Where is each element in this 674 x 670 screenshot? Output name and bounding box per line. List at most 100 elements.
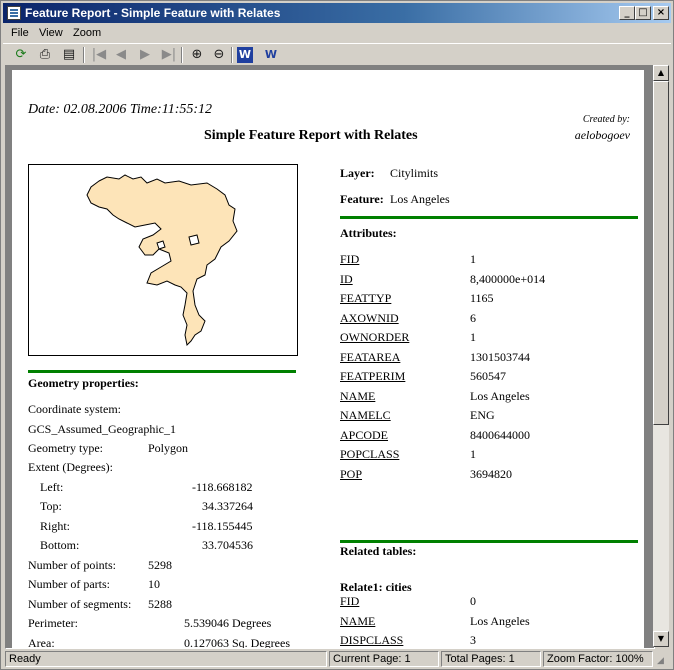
field-name[interactable]: NAME [340,614,375,629]
extent-left-label: Left: [40,480,64,494]
field-name[interactable]: POP [340,467,362,482]
menu-zoom[interactable]: Zoom [73,27,101,39]
field-value: 3 [470,633,476,647]
menu-view[interactable]: View [39,27,63,39]
toolbar: ⟳ ⎙ ▤ |◀ ◀ ▶ ▶| ⊕ ⊖ W W [3,43,671,66]
extent-bottom-value: 33.704536 [202,538,253,552]
segments-value: 5288 [148,597,172,611]
vertical-scrollbar[interactable]: ▲ ▼ [653,65,669,647]
geometry-divider [28,370,296,373]
report-page: Date: 02.08.2006 Time:11:55:12 Created b… [12,70,644,649]
layer-label: Layer: [340,166,375,180]
zoom-out-icon[interactable]: ⊖ [209,46,229,64]
area-value: 0.127063 Sq. Degrees [184,636,290,649]
field-name[interactable]: OWNORDER [340,330,409,345]
extent-label: Extent (Degrees): [28,460,113,474]
word-export-icon[interactable]: W [261,46,281,64]
word-icon[interactable]: W [237,47,253,63]
perimeter-label: Perimeter: [28,616,78,630]
first-page-icon[interactable]: |◀ [89,46,109,64]
field-value: Los Angeles [470,613,530,628]
field-value: 8,400000e+014 [470,271,546,286]
field-name[interactable]: NAME [340,389,375,404]
field-name[interactable]: FEATAREA [340,350,400,365]
field-value: 3694820 [470,466,512,481]
attributes-header: Attributes: [340,226,397,240]
coord-system-value: GCS_Assumed_Geographic_1 [28,422,176,436]
maximize-button[interactable]: □ [635,6,651,20]
status-total-pages: Total Pages: 1 [441,651,541,667]
field-value: 1 [470,330,476,344]
field-value: 0 [470,594,476,608]
field-name[interactable]: NAMELC [340,408,391,423]
boundary-hole [156,240,166,250]
field-value: Los Angeles [470,388,530,403]
status-ready: Ready [5,651,327,667]
city-boundary [86,174,238,347]
scroll-thumb[interactable] [653,81,669,425]
related-tables-header: Related tables: [340,544,417,558]
field-value: ENG [470,408,495,422]
field-value: 560547 [470,369,506,383]
toolbar-separator [181,47,183,63]
last-page-icon[interactable]: ▶| [159,46,179,64]
window-title: Feature Report - Simple Feature with Rel… [25,6,281,20]
app-icon [7,6,21,20]
field-name[interactable]: ID [340,272,353,287]
toolbar-separator [83,47,85,63]
field-value: 8400644000 [470,427,530,442]
layer-value: Citylimits [390,166,439,180]
field-value: 1301503744 [470,349,530,364]
print-icon[interactable]: ⎙ [35,46,55,64]
parts-label: Number of parts: [28,577,110,591]
report-window: Feature Report - Simple Feature with Rel… [0,0,674,670]
next-page-icon[interactable]: ▶ [135,46,155,64]
page-setup-icon[interactable]: ▤ [59,46,79,64]
extent-bottom-label: Bottom: [40,538,80,552]
field-name[interactable]: AXOWNID [340,311,399,326]
status-bar: Ready Current Page: 1 Total Pages: 1 Zoo… [3,649,671,667]
segments-label: Number of segments: [28,597,132,611]
points-label: Number of points: [28,558,116,572]
coord-system-label: Coordinate system: [28,402,121,416]
feature-value: Los Angeles [390,192,450,206]
field-value: 1 [470,447,476,461]
previous-page-icon[interactable]: ◀ [111,46,131,64]
scroll-up-icon[interactable]: ▲ [653,65,669,81]
resize-grip-icon[interactable]: ◢ [657,655,664,666]
report-title: Simple Feature Report with Relates [204,128,418,143]
zoom-in-icon[interactable]: ⊕ [187,46,207,64]
extent-right-value: -118.155445 [192,519,253,533]
status-current-page: Current Page: 1 [329,651,439,667]
extent-right-label: Right: [40,519,71,533]
relate-name: Relate1: cities [340,580,412,594]
report-date: Date: 02.08.2006 Time:11:55:12 [28,102,213,117]
field-name[interactable]: FEATPERIM [340,369,405,384]
field-name[interactable]: FEATTYP [340,291,391,306]
extent-top-label: Top: [40,499,62,513]
refresh-icon[interactable]: ⟳ [11,46,31,64]
field-name[interactable]: FID [340,252,359,267]
field-name[interactable]: APCODE [340,428,388,443]
feature-polygon [86,174,238,347]
close-button[interactable]: × [653,6,669,20]
field-name[interactable]: POPCLASS [340,447,399,462]
toolbar-separator [231,47,233,63]
scroll-down-icon[interactable]: ▼ [653,631,669,647]
perimeter-value: 5.539046 Degrees [184,616,272,630]
created-by-label: Created by: [582,114,630,125]
extent-left-value: -118.668182 [192,480,253,494]
field-name[interactable]: FID [340,594,359,609]
geometry-type-value: Polygon [148,441,189,455]
menu-bar: File View Zoom [3,24,671,42]
title-bar[interactable]: Feature Report - Simple Feature with Rel… [3,3,671,23]
feature-map [28,164,298,356]
minimize-button[interactable]: _ [619,6,635,20]
report-viewport[interactable]: Date: 02.08.2006 Time:11:55:12 Created b… [5,65,655,649]
related-divider [340,540,638,543]
field-value: 1 [470,252,476,266]
menu-file[interactable]: File [11,27,29,39]
field-name[interactable]: DISPCLASS [340,633,403,648]
geometry-header: Geometry properties: [28,376,139,390]
field-value: 1165 [470,291,494,305]
